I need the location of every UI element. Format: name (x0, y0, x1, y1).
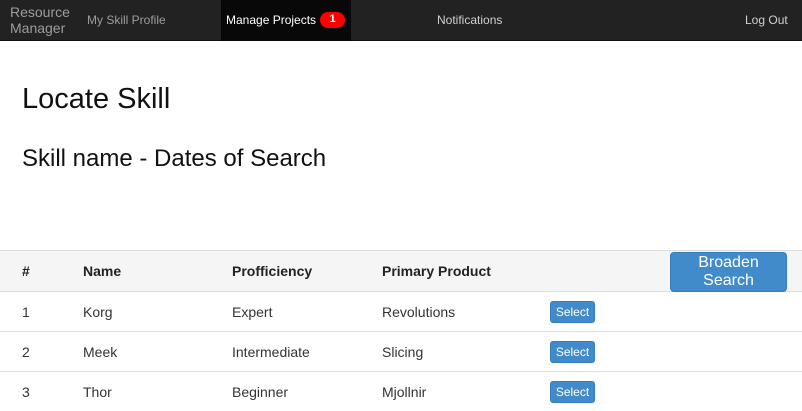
row-select-cell: Select (550, 292, 595, 331)
row-name: Thor (83, 383, 112, 400)
row-primary-product: Revolutions (382, 303, 456, 320)
row-select-cell: Select (550, 332, 595, 371)
row-number: 1 (22, 303, 30, 320)
row-select-cell: Select (550, 372, 595, 411)
nav-manage-projects-label: Manage Projects (226, 13, 317, 27)
nav-notifications-label: Notifications (437, 13, 503, 27)
broaden-search-button[interactable]: Broaden Search (670, 252, 787, 292)
row-name: Korg (83, 303, 113, 320)
nav-notifications[interactable]: Notifications (437, 0, 502, 41)
top-navbar: Resource Manager My Skill Profile Manage… (0, 0, 802, 41)
row-number: 2 (22, 343, 30, 360)
table-row: 1 Korg Expert Revolutions Select (0, 292, 802, 332)
nav-my-skill-profile[interactable]: My Skill Profile (87, 0, 166, 41)
table-header-row: # Name Profficiency Primary Product Broa… (0, 251, 802, 292)
header-primary-product: Primary Product (382, 263, 491, 279)
nav-manage-projects[interactable]: Manage Projects 1 (221, 0, 351, 41)
nav-my-skill-profile-label: My Skill Profile (87, 13, 166, 27)
page-title: Locate Skill (22, 83, 171, 115)
table-row: 2 Meek Intermediate Slicing Select (0, 332, 802, 372)
row-proficiency: Intermediate (232, 343, 310, 360)
nav-log-out-label: Log Out (745, 13, 788, 27)
select-button[interactable]: Select (550, 340, 595, 363)
notification-count-badge: 1 (320, 11, 346, 28)
row-number: 3 (22, 383, 30, 400)
row-primary-product: Mjollnir (382, 383, 427, 400)
header-number: # (22, 263, 30, 279)
row-name: Meek (83, 343, 118, 360)
select-button[interactable]: Select (550, 380, 595, 403)
table-row: 3 Thor Beginner Mjollnir Select (0, 372, 802, 411)
header-proficiency: Profficiency (232, 263, 313, 279)
row-proficiency: Expert (232, 303, 273, 320)
nav-log-out[interactable]: Log Out (745, 0, 788, 41)
select-button[interactable]: Select (550, 300, 595, 323)
results-table: # Name Profficiency Primary Product Broa… (0, 250, 802, 411)
row-primary-product: Slicing (382, 343, 424, 360)
brand-logo[interactable]: Resource Manager (10, 4, 74, 36)
row-proficiency: Beginner (232, 383, 289, 400)
header-name: Name (83, 263, 122, 279)
page-subtitle: Skill name - Dates of Search (22, 145, 327, 172)
